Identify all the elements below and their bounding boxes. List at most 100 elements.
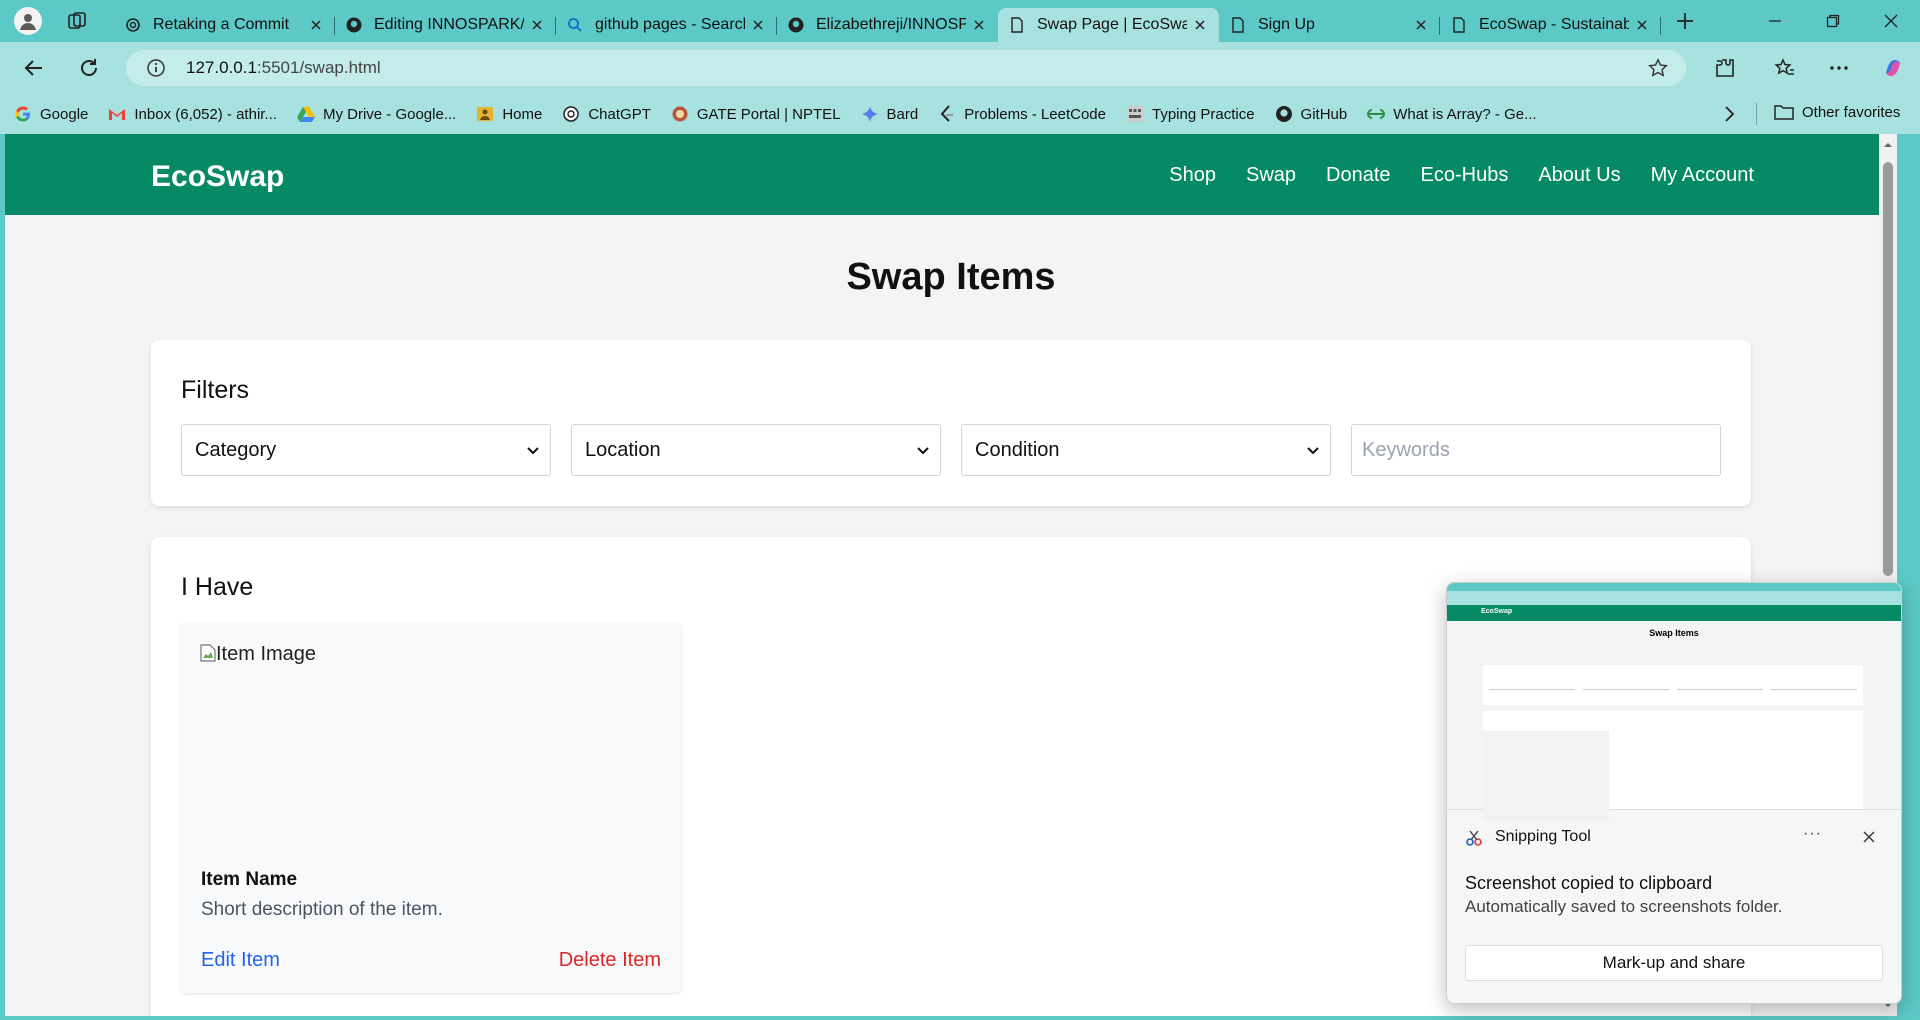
bookmark-label: GitHub bbox=[1300, 105, 1348, 123]
close-tab-icon[interactable] bbox=[530, 18, 544, 32]
bookmark-bard[interactable]: Bard bbox=[861, 105, 918, 123]
page-title: Swap Items bbox=[846, 256, 1056, 298]
bookmark-chatgpt[interactable]: ChatGPT bbox=[562, 105, 651, 123]
bookmark-my-drive[interactable]: My Drive - Google... bbox=[296, 105, 457, 123]
page-icon bbox=[1229, 16, 1247, 34]
edit-item-link[interactable]: Edit Item bbox=[201, 949, 280, 972]
scroll-up-icon[interactable] bbox=[1883, 140, 1893, 150]
window-controls bbox=[1746, 0, 1920, 42]
bookmarks-bar: Google Inbox (6,052) - athir... My Drive… bbox=[0, 94, 1920, 134]
nav-swap[interactable]: Swap bbox=[1246, 164, 1296, 187]
extensions-icon[interactable] bbox=[1714, 57, 1736, 79]
bookmark-what-is-array[interactable]: What is Array? - Ge... bbox=[1367, 105, 1537, 123]
i-have-heading: I Have bbox=[181, 573, 254, 601]
snipping-tool-icon bbox=[1466, 830, 1482, 846]
chevron-right-icon[interactable] bbox=[1720, 104, 1738, 124]
bookmark-typing-practice[interactable]: Typing Practice bbox=[1126, 105, 1255, 123]
more-options-icon[interactable] bbox=[1828, 57, 1850, 79]
nav-eco-hubs[interactable]: Eco-Hubs bbox=[1421, 164, 1509, 187]
back-icon[interactable] bbox=[23, 57, 45, 79]
site-header: EcoSwap Shop Swap Donate Eco-Hubs About … bbox=[5, 134, 1897, 215]
screenshot-thumbnail[interactable]: EcoSwap Swap Items bbox=[1447, 583, 1901, 821]
profile-avatar[interactable] bbox=[14, 7, 42, 35]
tab-elizabethreji-innosp[interactable]: Elizabethreji/INNOSP bbox=[777, 8, 998, 42]
tab-strip: Retaking a Commit Editing INNOSPARK/R gi… bbox=[0, 0, 1920, 42]
filters-card: Filters Category Location Condition Keyw… bbox=[151, 340, 1751, 506]
nav-my-account[interactable]: My Account bbox=[1651, 164, 1754, 187]
close-tab-icon[interactable] bbox=[1635, 18, 1649, 32]
bookmark-leetcode[interactable]: Problems - LeetCode bbox=[938, 105, 1106, 123]
item-image: Item Image bbox=[200, 643, 660, 843]
nav-shop[interactable]: Shop bbox=[1169, 164, 1216, 187]
chevron-down-icon bbox=[1307, 447, 1319, 455]
delete-item-link[interactable]: Delete Item bbox=[559, 949, 661, 972]
bookmark-google[interactable]: Google bbox=[14, 105, 88, 123]
tab-github-pages-search[interactable]: github pages - Search bbox=[556, 8, 777, 42]
home-icon bbox=[476, 105, 494, 123]
condition-select[interactable]: Condition bbox=[961, 424, 1331, 476]
close-tab-icon[interactable] bbox=[1193, 18, 1207, 32]
tab-title: Retaking a Commit bbox=[153, 16, 290, 33]
bookmark-gmail[interactable]: Inbox (6,052) - athir... bbox=[108, 105, 277, 123]
bookmarks-divider bbox=[1756, 103, 1757, 125]
minimize-button[interactable] bbox=[1746, 0, 1804, 42]
thumbnail-item-card bbox=[1483, 731, 1609, 821]
bookmark-label: Inbox (6,052) - athir... bbox=[134, 105, 277, 123]
tab-retaking-commit[interactable]: Retaking a Commit bbox=[114, 8, 335, 42]
thumbnail-toolbar bbox=[1447, 591, 1901, 599]
site-info-icon[interactable] bbox=[146, 58, 166, 78]
item-name: Item Name bbox=[201, 869, 298, 890]
bookmark-label: My Drive - Google... bbox=[322, 105, 457, 123]
chatgpt-icon bbox=[562, 105, 580, 123]
notification-message: Screenshot copied to clipboard bbox=[1465, 873, 1713, 893]
tab-title: github pages - Search bbox=[595, 16, 745, 33]
close-window-button[interactable] bbox=[1862, 0, 1920, 42]
bookmark-github[interactable]: GitHub bbox=[1275, 105, 1348, 123]
mark-up-and-share-button[interactable]: Mark-up and share bbox=[1465, 945, 1883, 981]
location-select[interactable]: Location bbox=[571, 424, 941, 476]
copilot-icon[interactable] bbox=[1882, 57, 1904, 79]
snipping-tool-notification[interactable]: EcoSwap Swap Items Snipping Tool ··· Scr… bbox=[1446, 582, 1902, 1004]
close-tab-icon[interactable] bbox=[309, 18, 323, 32]
refresh-icon[interactable] bbox=[78, 57, 100, 79]
typing-icon bbox=[1126, 105, 1144, 123]
item-card: Item Image Item Name Short description o… bbox=[181, 623, 681, 993]
tabs: Retaking a Commit Editing INNOSPARK/R gi… bbox=[114, 0, 1695, 42]
thumbnail-filter-field bbox=[1771, 689, 1857, 690]
filters-heading: Filters bbox=[181, 376, 250, 404]
leetcode-icon bbox=[938, 105, 956, 123]
restore-button[interactable] bbox=[1804, 0, 1862, 42]
favorite-star-icon[interactable] bbox=[1648, 58, 1668, 78]
category-select[interactable]: Category bbox=[181, 424, 551, 476]
more-options-button[interactable]: ··· bbox=[1803, 825, 1822, 843]
scrollbar-thumb[interactable] bbox=[1883, 162, 1893, 576]
favorites-icon[interactable] bbox=[1774, 57, 1796, 79]
close-icon[interactable] bbox=[1861, 829, 1877, 845]
browser-toolbar: 127.0.0.1:5501/swap.html bbox=[0, 42, 1920, 94]
nav-donate[interactable]: Donate bbox=[1326, 164, 1391, 187]
workspaces-icon[interactable] bbox=[66, 10, 88, 32]
nptel-icon bbox=[671, 105, 689, 123]
tab-editing-innospark[interactable]: Editing INNOSPARK/R bbox=[335, 8, 556, 42]
thumbnail-tab-strip bbox=[1447, 583, 1901, 591]
close-icon bbox=[1884, 14, 1898, 28]
bookmark-gate-nptel[interactable]: GATE Portal | NPTEL bbox=[671, 105, 841, 123]
address-bar[interactable]: 127.0.0.1:5501/swap.html bbox=[126, 50, 1686, 86]
close-tab-icon[interactable] bbox=[751, 18, 765, 32]
bookmark-home[interactable]: Home bbox=[476, 105, 542, 123]
keywords-input[interactable]: Keywords bbox=[1351, 424, 1721, 476]
other-favorites[interactable]: Other favorites bbox=[1774, 103, 1900, 121]
thumbnail-filter-field bbox=[1583, 689, 1669, 690]
site-logo[interactable]: EcoSwap bbox=[151, 160, 284, 194]
bookmark-label: Problems - LeetCode bbox=[964, 105, 1106, 123]
location-select-value: Location bbox=[585, 438, 661, 461]
new-tab-icon[interactable] bbox=[1675, 11, 1695, 31]
thumbnail-filters bbox=[1483, 665, 1863, 705]
tab-sign-up[interactable]: Sign Up bbox=[1219, 8, 1440, 42]
close-tab-icon[interactable] bbox=[972, 18, 986, 32]
tab-swap-page[interactable]: Swap Page | EcoSwap bbox=[998, 8, 1219, 42]
tab-ecoswap-sustainable[interactable]: EcoSwap - Sustainabl bbox=[1440, 8, 1661, 42]
nav-about-us[interactable]: About Us bbox=[1538, 164, 1620, 187]
close-tab-icon[interactable] bbox=[1414, 18, 1428, 32]
condition-select-value: Condition bbox=[975, 438, 1060, 461]
